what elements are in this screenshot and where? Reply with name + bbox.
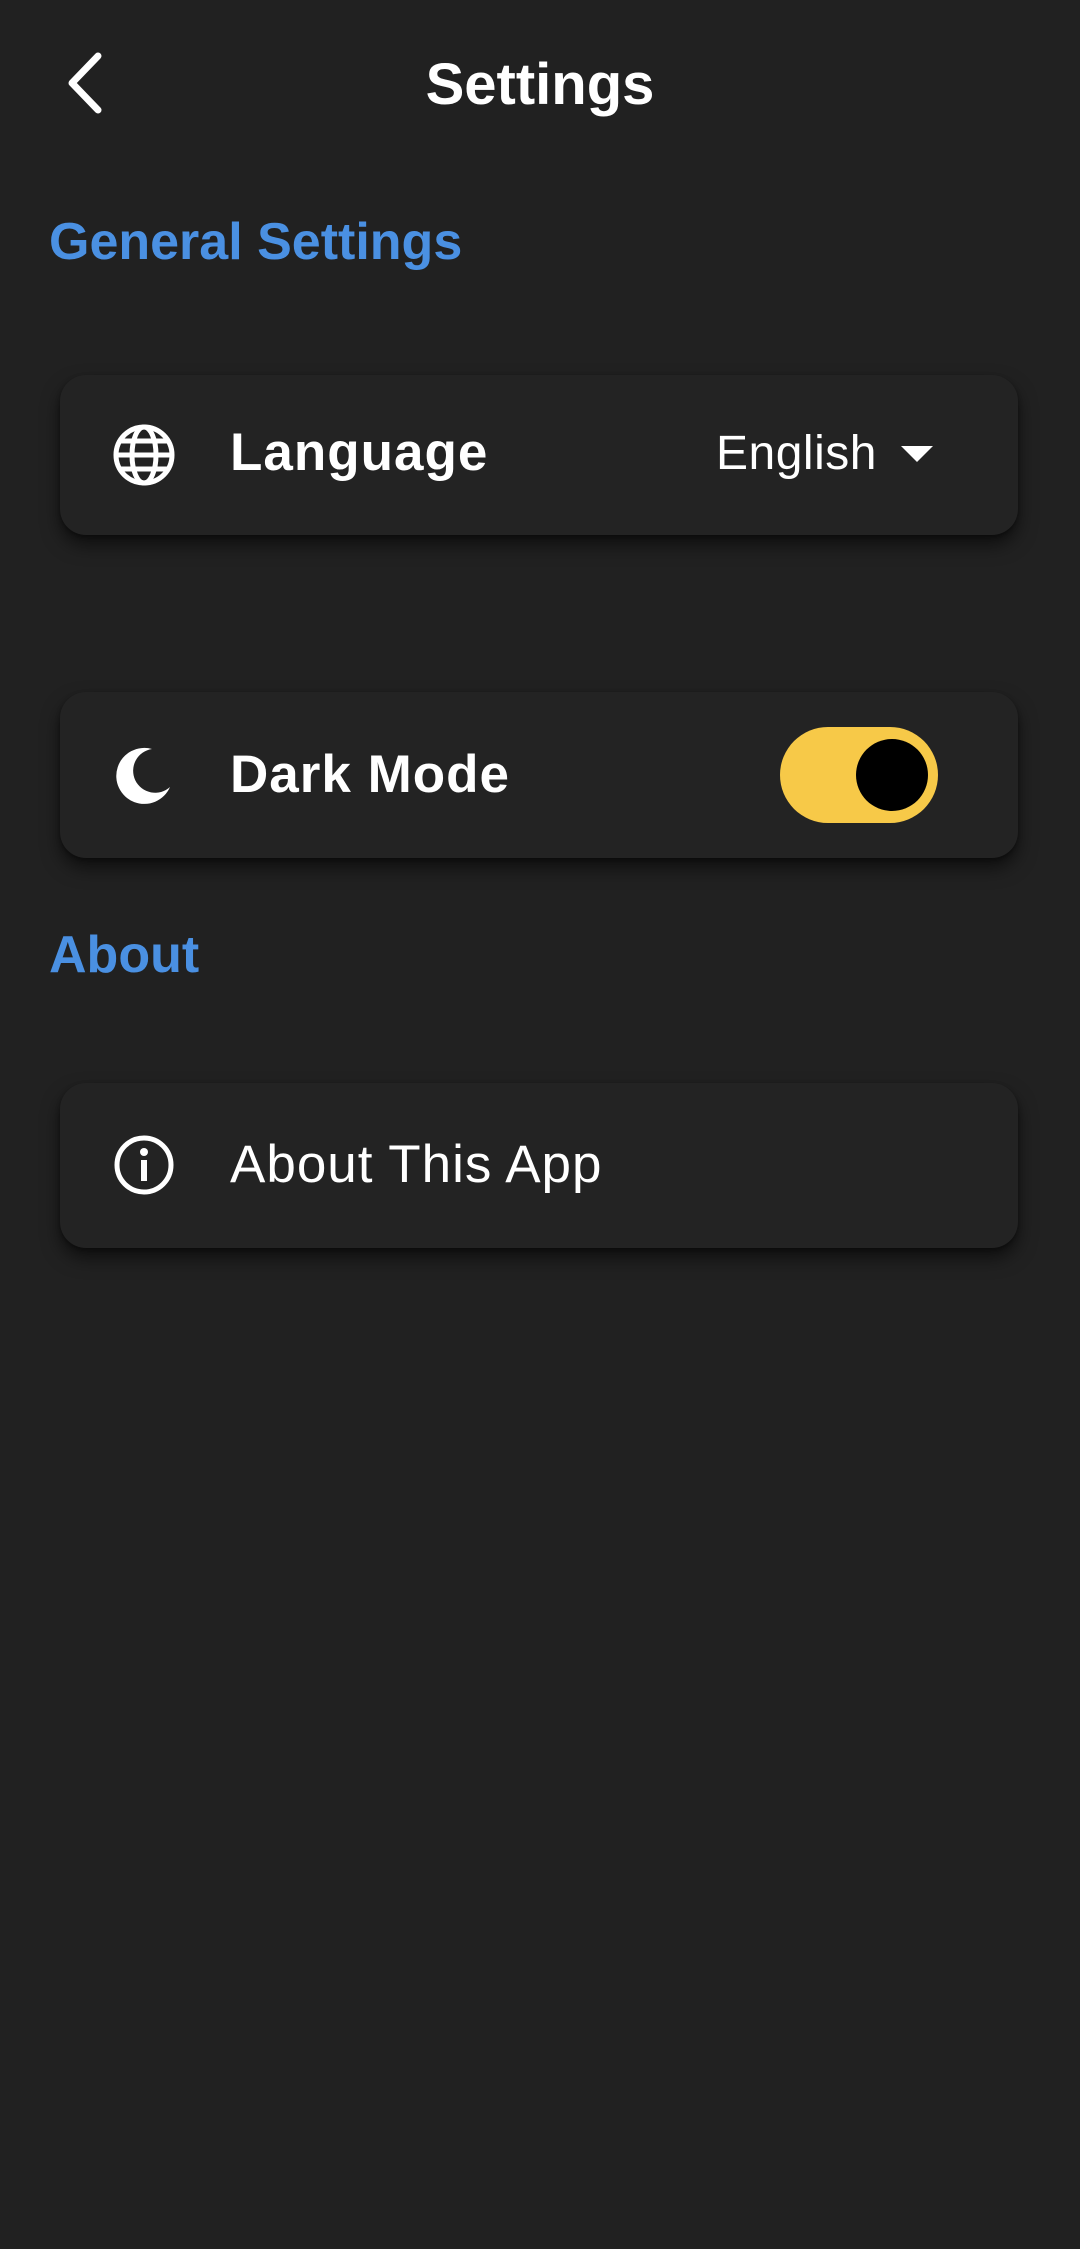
moon-icon [112, 743, 176, 807]
dark-mode-setting-card[interactable]: Dark Mode [60, 692, 1018, 858]
language-label: Language [230, 423, 489, 482]
dark-mode-toggle[interactable] [780, 727, 938, 823]
language-setting-card[interactable]: Language English [60, 375, 1018, 535]
language-selected-value: English [716, 427, 877, 480]
about-app-card[interactable]: About This App [60, 1083, 1018, 1248]
toggle-thumb [856, 739, 928, 811]
info-icon [112, 1133, 176, 1197]
dark-mode-label: Dark Mode [230, 745, 510, 804]
section-header-general: General Settings [49, 213, 463, 271]
about-app-label: About This App [230, 1135, 603, 1194]
page-title: Settings [425, 52, 655, 117]
dropdown-arrow-icon [899, 444, 935, 464]
app-bar: Settings [0, 0, 1080, 170]
language-dropdown[interactable]: English [716, 419, 935, 489]
globe-icon [112, 423, 176, 487]
section-header-about: About [49, 926, 200, 984]
